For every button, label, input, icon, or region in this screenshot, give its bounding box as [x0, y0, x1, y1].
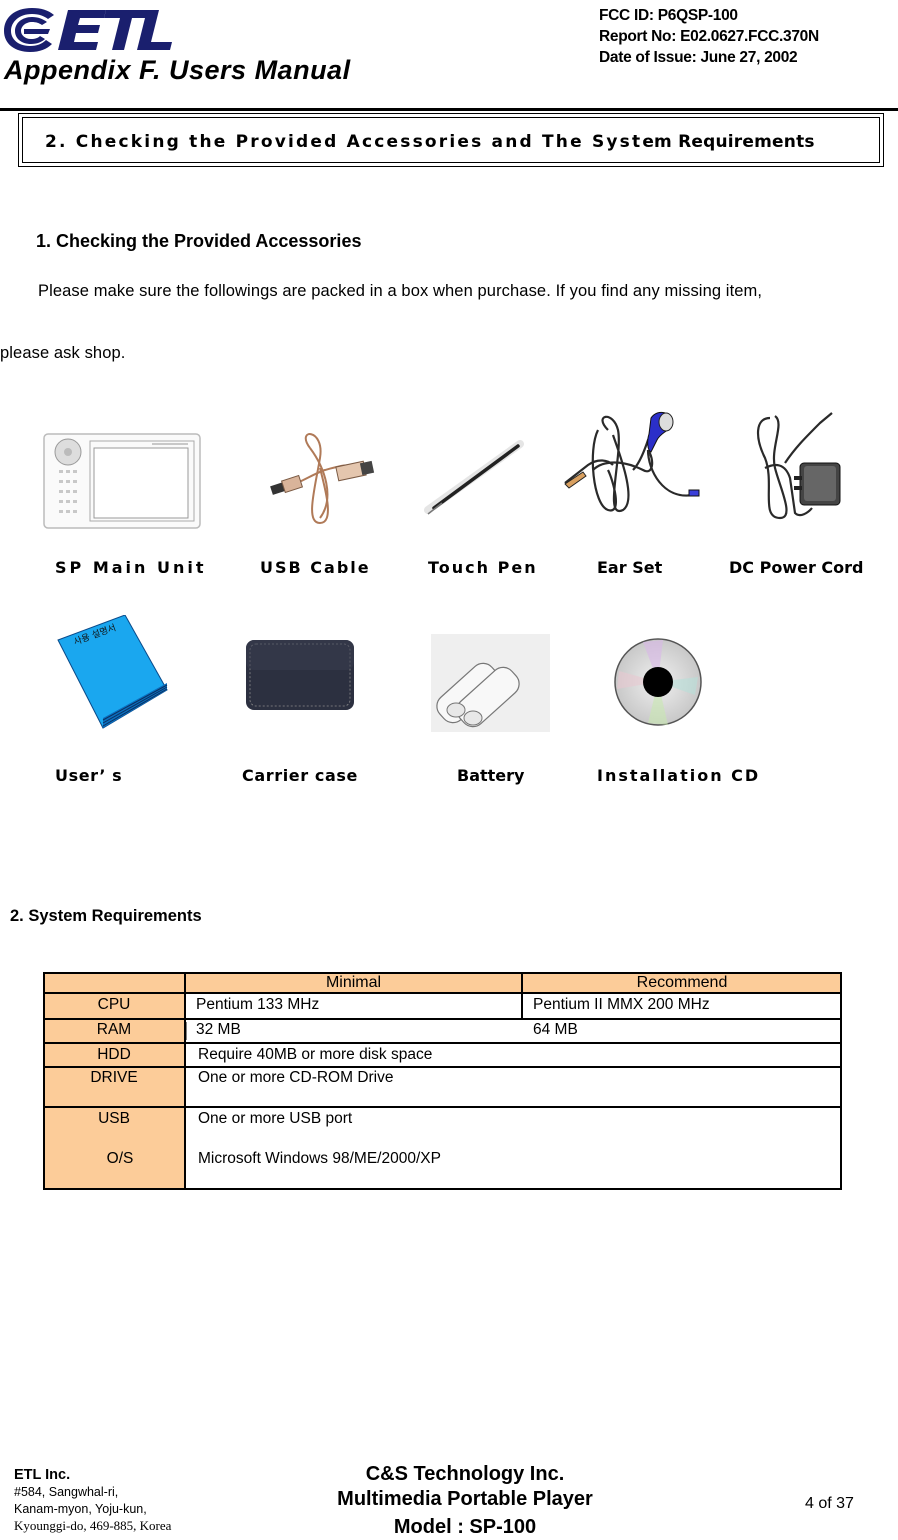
ram-recommend: 64 MB — [533, 1021, 578, 1038]
accessory-label-main-unit: SP Main Unit — [55, 558, 207, 577]
cpu-minimal: Pentium 133 MHz — [196, 996, 320, 1013]
accessory-label-power-cord: DC Power Cord — [729, 558, 864, 577]
document-title: Appendix F. Users Manual — [4, 55, 351, 85]
etl-swoosh-icon — [4, 8, 172, 52]
cpu-recommend: Pentium II MMX 200 MHz — [533, 996, 710, 1013]
column-header-minimal: Minimal — [325, 974, 382, 991]
row-label-cpu: CPU — [97, 996, 131, 1013]
os-value: Microsoft Windows 98/ME/2000/XP — [198, 1150, 441, 1167]
section-title: 2. Checking the Provided Accessories and… — [45, 132, 815, 152]
footer-address-line2: Kanam-myon, Yoju-kun, — [14, 1502, 147, 1516]
usb-cable-icon — [265, 428, 375, 528]
usb-value: One or more USB port — [198, 1110, 353, 1127]
footer-address-line3: Kyounggi-do, 469-885, Korea — [14, 1518, 172, 1533]
battery-icon — [431, 634, 550, 732]
accessory-label-installation-cd: Installation CD — [597, 766, 761, 785]
etl-logo — [2, 4, 172, 54]
footer-product: Multimedia Portable Player — [337, 1488, 593, 1510]
carrier-case-icon — [244, 636, 356, 712]
accessories-heading: 1. Checking the Provided Accessories — [36, 231, 362, 251]
accessory-label-carrier-case: Carrier case — [242, 766, 358, 785]
ram-minimal: 32 MB — [196, 1021, 241, 1038]
fcc-id: FCC ID: P6QSP-100 — [599, 7, 738, 24]
accessory-label-touch-pen: Touch Pen — [428, 558, 538, 577]
footer-address: #584, Sangwhal-ri, Kanam-myon, Yoju-kun, — [14, 1484, 147, 1518]
footer-model: Model : SP-100 — [393, 1516, 537, 1538]
requirements-heading: 2. System Requirements — [10, 907, 202, 925]
row-label-ram: RAM — [96, 1021, 132, 1038]
footer-address-line1: #584, Sangwhal-ri, — [14, 1485, 119, 1499]
accessory-label-ear-set: Ear Set — [597, 558, 663, 577]
fcc-info: FCC ID: P6QSP-100 Report No: E02.0627.FC… — [599, 5, 819, 68]
stylus-icon — [420, 438, 525, 518]
power-adapter-icon — [750, 408, 845, 523]
row-label-usb: USB — [98, 1110, 130, 1127]
cd-icon — [613, 637, 703, 727]
report-number: Report No: E02.0627.FCC.370N — [599, 28, 819, 45]
accessory-label-battery: Battery — [457, 766, 525, 785]
issue-date: Date of Issue: June 27, 2002 — [599, 49, 798, 66]
earphone-icon — [563, 410, 708, 522]
section-title-box: 2. Checking the Provided Accessories and… — [18, 113, 884, 167]
intro-text-line1: Please make sure the followings are pack… — [38, 282, 763, 300]
hdd-value: Require 40MB or more disk space — [198, 1046, 433, 1063]
intro-text-line2: please ask shop. — [0, 344, 126, 362]
column-header-recommend: Recommend — [636, 974, 728, 991]
footer-product-info: C&S Technology Inc. Multimedia Portable … — [300, 1462, 630, 1540]
row-label-drive: DRIVE — [90, 1069, 138, 1086]
page-number: 4 of 37 — [805, 1495, 854, 1512]
row-label-hdd: HDD — [97, 1046, 131, 1063]
media-player-icon — [42, 432, 202, 530]
accessory-label-usb-cable: USB Cable — [260, 558, 371, 577]
manual-book-icon: 사용 설명서 — [55, 614, 170, 730]
row-label-os: O/S — [106, 1150, 134, 1167]
drive-value: One or more CD-ROM Drive — [198, 1069, 394, 1086]
footer-company: ETL Inc. — [14, 1467, 71, 1483]
header-divider — [0, 108, 898, 111]
footer-manufacturer: C&S Technology Inc. — [365, 1463, 565, 1485]
accessory-label-manual: User’ s — [55, 766, 123, 785]
